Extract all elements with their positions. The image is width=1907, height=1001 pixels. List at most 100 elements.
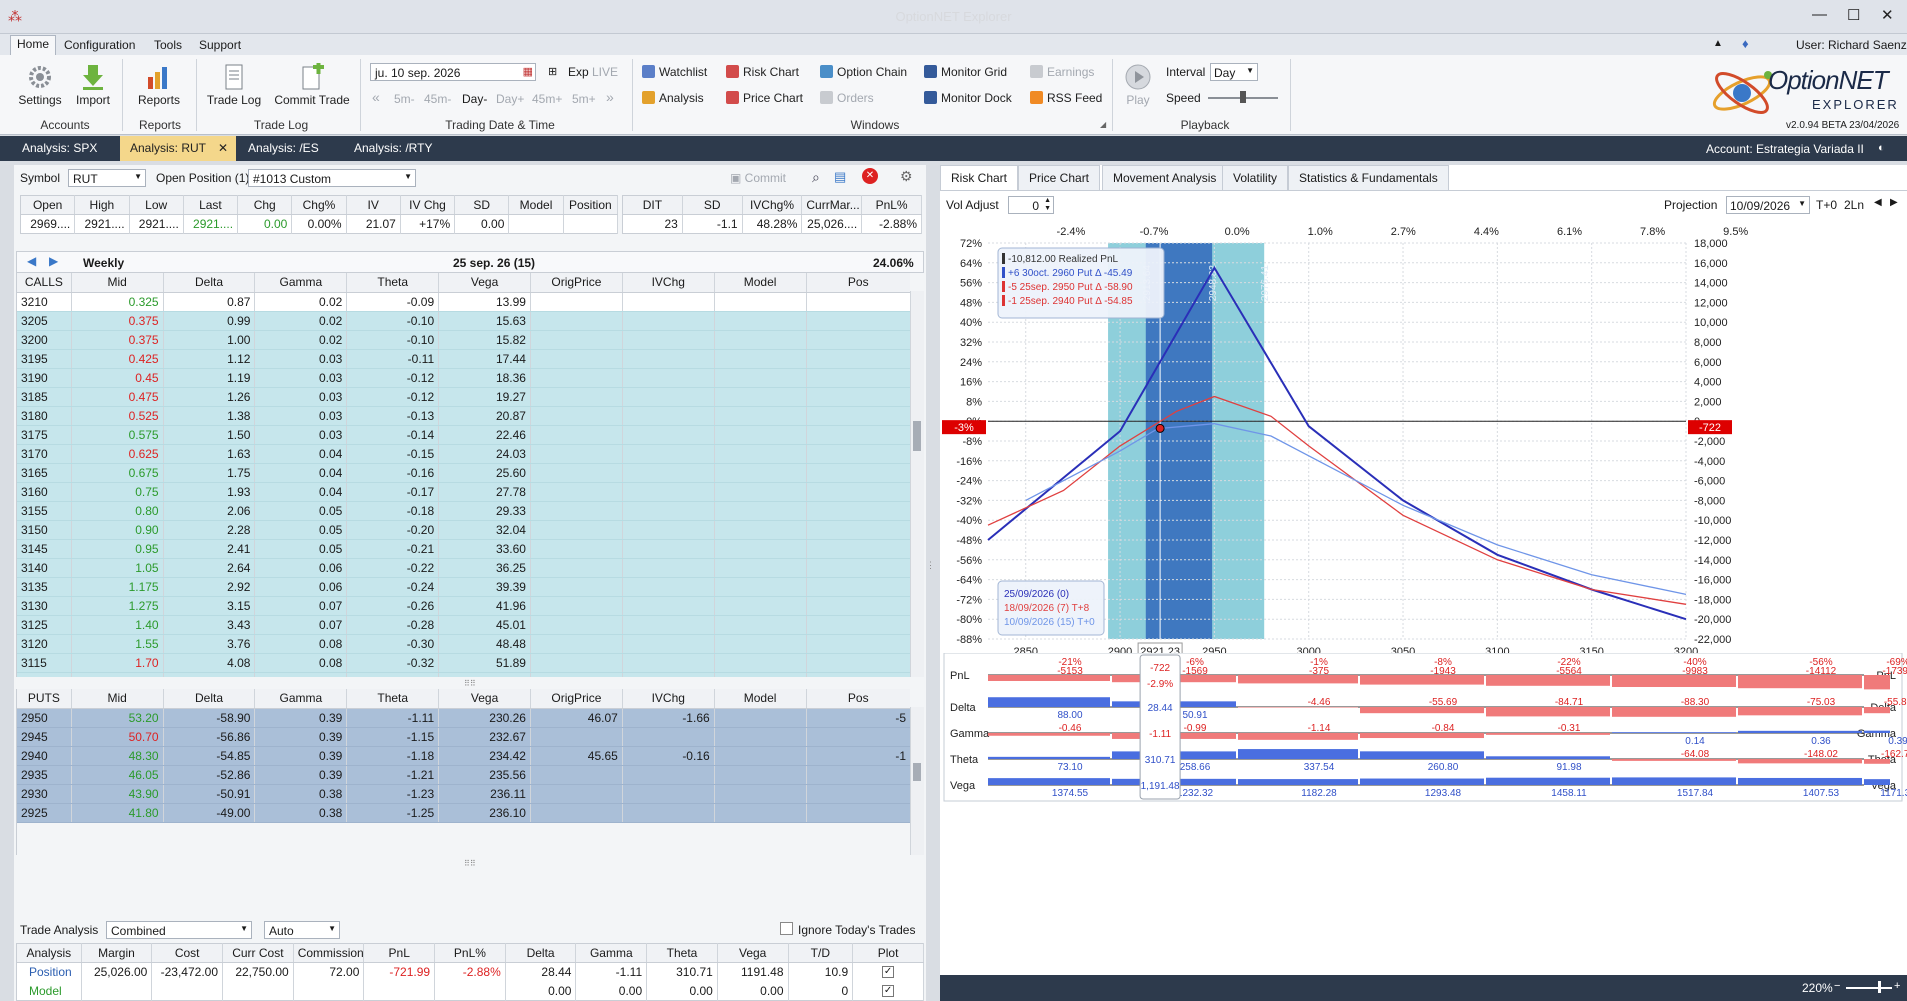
mid-price-cell[interactable]: 0.575 bbox=[71, 425, 164, 445]
tab-analysis-es[interactable]: Analysis: /ES bbox=[238, 136, 329, 161]
table-row[interactable]: 3160 0.75 1.93 0.04 -0.17 27.78 bbox=[17, 482, 910, 502]
table-row[interactable]: 3210 0.325 0.87 0.02 -0.09 13.99 bbox=[17, 292, 910, 312]
monitor-grid-button[interactable]: Monitor Grid bbox=[924, 65, 1007, 79]
column-header[interactable]: IVChg bbox=[622, 273, 715, 293]
monitor-dock-button[interactable]: Monitor Dock bbox=[924, 91, 1012, 105]
price-chart-button[interactable]: Price Chart bbox=[726, 91, 803, 105]
analysis-button[interactable]: Analysis bbox=[642, 91, 704, 105]
help-icon[interactable]: ♦ bbox=[1742, 36, 1749, 51]
mid-price-cell[interactable]: 0.90 bbox=[71, 520, 164, 540]
account-status-icon[interactable]: ◐ bbox=[1878, 142, 1885, 154]
step-45m-plus[interactable]: 45m+ bbox=[532, 92, 562, 106]
settings-button[interactable]: Settings bbox=[12, 63, 68, 107]
auto-select[interactable]: Auto ▼ bbox=[264, 921, 340, 939]
step-5m-minus[interactable]: 5m- bbox=[394, 92, 415, 106]
column-header[interactable]: Theta bbox=[346, 689, 440, 709]
zoom-in-icon[interactable]: + bbox=[1894, 980, 1900, 992]
watchlist-button[interactable]: Watchlist bbox=[642, 65, 707, 79]
mid-price-cell[interactable]: 0.80 bbox=[71, 501, 164, 521]
table-row[interactable]: 31101.8754.460.09-0.3455.68 bbox=[17, 672, 910, 677]
delete-icon[interactable]: ✕ bbox=[862, 168, 878, 184]
calls-scrollbar[interactable] bbox=[910, 291, 924, 677]
next-expiry-icon[interactable]: ▶ bbox=[49, 254, 58, 268]
trading-date-input[interactable]: ju. 10 sep. 2026 ▦ bbox=[370, 63, 536, 81]
column-header[interactable]: Mid bbox=[71, 689, 164, 709]
live-label[interactable]: LIVE bbox=[592, 65, 618, 79]
step-day-plus[interactable]: Day+ bbox=[496, 92, 524, 106]
mid-price-cell[interactable]: 0.525 bbox=[71, 406, 164, 426]
column-header[interactable]: Vega bbox=[438, 273, 531, 293]
menu-support[interactable]: Support bbox=[193, 37, 247, 53]
earnings-button[interactable]: Earnings bbox=[1030, 65, 1094, 79]
prev-projection-icon[interactable]: ◀ bbox=[1874, 197, 1882, 208]
mid-price-cell[interactable]: 53.20 bbox=[71, 708, 164, 728]
table-row[interactable]: 3170 0.625 1.63 0.04 -0.15 24.03 bbox=[17, 444, 910, 464]
prev-expiry-icon[interactable]: ◀ bbox=[27, 254, 36, 268]
mid-price-cell[interactable]: 1.70 bbox=[71, 653, 164, 673]
column-header[interactable]: OrigPrice bbox=[530, 689, 623, 709]
menu-configuration[interactable]: Configuration bbox=[58, 37, 141, 53]
mid-price-cell[interactable]: 0.625 bbox=[71, 444, 164, 464]
tab-risk-chart[interactable]: Risk Chart bbox=[940, 165, 1019, 191]
projection-ln-label[interactable]: 2Ln bbox=[1844, 198, 1864, 212]
table-row[interactable]: 2940 48.30 -54.85 0.39 -1.18 234.42 45.65 -0.16… bbox=[17, 746, 910, 766]
zoom-out-icon[interactable]: − bbox=[1834, 980, 1840, 992]
row-label[interactable]: Position bbox=[16, 962, 82, 982]
table-row[interactable]: 2945 50.70 -56.86 0.39 -1.15 232.67 bbox=[17, 727, 910, 747]
commit-trade-button[interactable]: Commit Trade bbox=[270, 63, 354, 107]
expiration-icon[interactable]: ⊞ bbox=[548, 65, 557, 78]
step-45m-minus[interactable]: 45m- bbox=[424, 92, 451, 106]
table-row[interactable]: 3140 1.05 2.64 0.06 -0.22 36.25 bbox=[17, 558, 910, 578]
tab-analysis-rut[interactable]: Analysis: RUT ✕ bbox=[120, 136, 236, 161]
puts-scrollbar[interactable] bbox=[910, 707, 924, 855]
tab-price-chart[interactable]: Price Chart bbox=[1018, 165, 1101, 191]
mid-price-cell[interactable]: 1.05 bbox=[71, 558, 164, 578]
calls-table-container[interactable]: CALLS Mid Delta Gamma Theta Vega OrigPrice IVCh… bbox=[16, 273, 910, 677]
menu-home[interactable]: Home bbox=[10, 35, 57, 55]
table-row[interactable]: 3180 0.525 1.38 0.03 -0.13 20.87 bbox=[17, 406, 910, 426]
mid-price-cell[interactable]: 0.425 bbox=[71, 349, 164, 369]
tab-movement-analysis[interactable]: Movement Analysis bbox=[1102, 165, 1228, 191]
mid-price-cell[interactable]: 0.375 bbox=[71, 330, 164, 350]
trade-log-button[interactable]: Trade Log bbox=[202, 63, 266, 107]
column-header[interactable]: Vega bbox=[438, 689, 531, 709]
menu-tools[interactable]: Tools bbox=[148, 37, 188, 53]
orders-button[interactable]: Orders bbox=[820, 91, 874, 105]
mid-price-cell[interactable]: 50.70 bbox=[71, 727, 164, 747]
column-header[interactable]: PUTS bbox=[17, 689, 72, 709]
column-header[interactable]: Delta bbox=[163, 689, 256, 709]
minimize-button[interactable]: — bbox=[1812, 6, 1827, 23]
mid-price-cell[interactable]: 0.45 bbox=[71, 368, 164, 388]
mid-price-cell[interactable]: 1.275 bbox=[71, 596, 164, 616]
mid-price-cell[interactable]: 0.375 bbox=[71, 311, 164, 331]
table-row[interactable]: 2930 43.90 -50.91 0.38 -1.23 236.11 bbox=[17, 784, 910, 804]
rss-feed-button[interactable]: RSS Feed bbox=[1030, 91, 1102, 105]
calendar-icon[interactable]: ▦ bbox=[523, 65, 533, 78]
risk-chart-button[interactable]: Risk Chart bbox=[726, 65, 799, 79]
splitter-handle[interactable]: ⠿⠿ bbox=[464, 679, 476, 688]
table-row[interactable]: 3165 0.675 1.75 0.04 -0.16 25.60 bbox=[17, 463, 910, 483]
plot-checkbox[interactable]: ✓ bbox=[882, 984, 895, 997]
column-header[interactable]: Delta bbox=[163, 273, 256, 293]
vertical-splitter[interactable]: ⋮ bbox=[926, 560, 935, 571]
windows-expand-icon[interactable]: ◢ bbox=[1100, 120, 1106, 129]
close-button[interactable]: ✕ bbox=[1881, 6, 1894, 24]
mid-price-cell[interactable]: 1.55 bbox=[71, 634, 164, 654]
zoom-slider-handle[interactable] bbox=[1878, 981, 1881, 993]
table-row[interactable]: 3185 0.475 1.26 0.03 -0.12 19.27 bbox=[17, 387, 910, 407]
mid-price-cell[interactable]: 0.95 bbox=[71, 539, 164, 559]
mid-price-cell[interactable]: 0.325 bbox=[71, 292, 164, 312]
table-row[interactable]: 3200 0.375 1.00 0.02 -0.10 15.82 bbox=[17, 330, 910, 350]
mid-price-cell[interactable]: 0.75 bbox=[71, 482, 164, 502]
puts-table-container[interactable]: PUTS Mid Delta Gamma Theta Vega OrigPrice IVChg… bbox=[16, 689, 910, 855]
collapse-ribbon-icon[interactable]: ▲ bbox=[1713, 38, 1723, 49]
tab-statistics-fundamentals[interactable]: Statistics & Fundamentals bbox=[1288, 165, 1449, 191]
column-header[interactable]: Theta bbox=[346, 273, 440, 293]
column-header[interactable]: Mid bbox=[71, 273, 164, 293]
step-5m-plus[interactable]: 5m+ bbox=[572, 92, 596, 106]
mid-price-cell[interactable]: 1.40 bbox=[71, 615, 164, 635]
splitter-handle-2[interactable]: ⠿⠿ bbox=[464, 859, 476, 868]
spinner-icon[interactable]: ▲ ▼ bbox=[1044, 197, 1051, 213]
table-row[interactable]: 3135 1.175 2.92 0.06 -0.24 39.39 bbox=[17, 577, 910, 597]
next-projection-icon[interactable]: ▶ bbox=[1890, 197, 1898, 208]
